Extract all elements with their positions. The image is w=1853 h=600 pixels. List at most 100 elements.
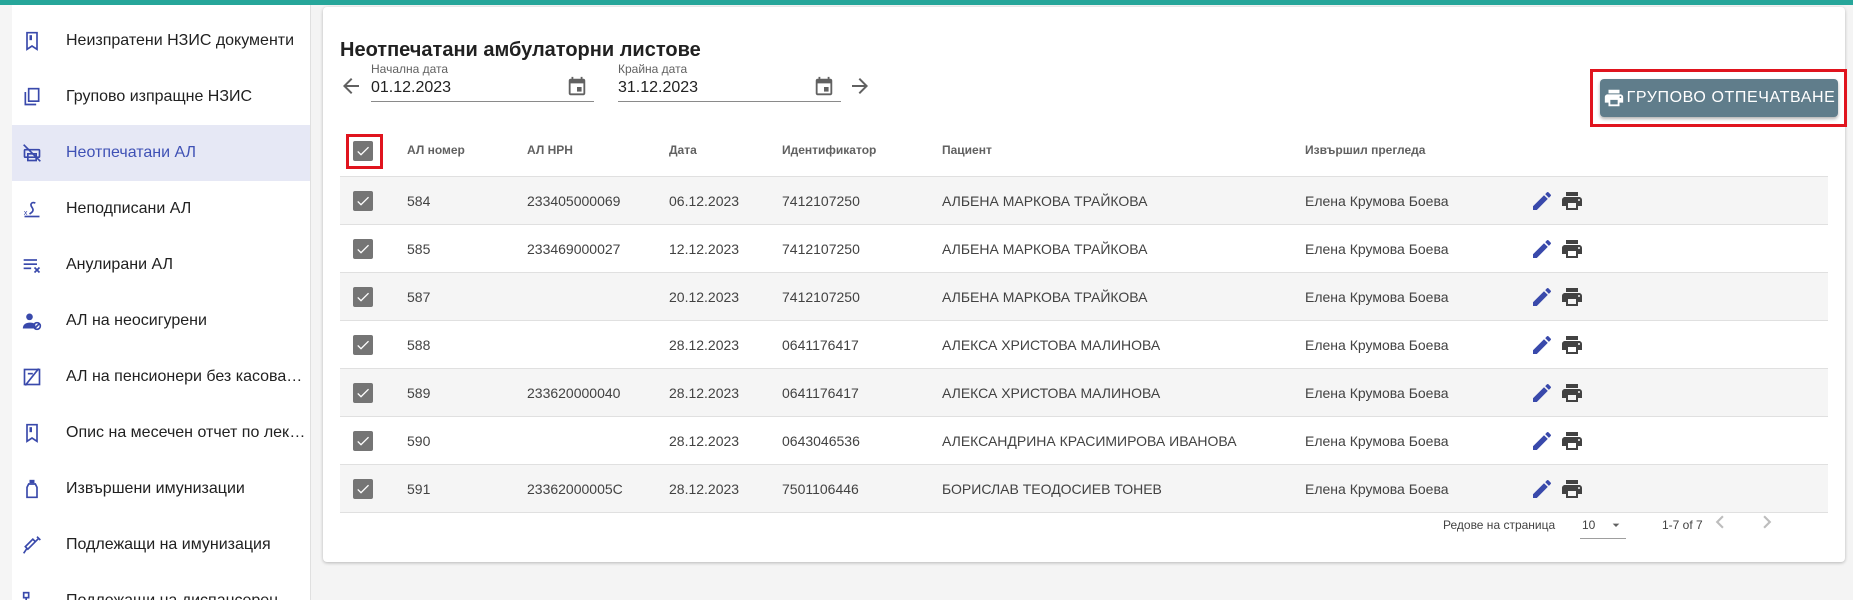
table-row[interactable]: 590 28.12.2023 0643046536 АЛЕКСАНДРИНА К… bbox=[340, 417, 1828, 465]
syringe-icon bbox=[22, 535, 42, 555]
cell-nrn: 233620000040 bbox=[527, 385, 621, 401]
print-row-icon[interactable] bbox=[1560, 477, 1584, 501]
table-row[interactable]: 589 233620000040 28.12.2023 0641176417 А… bbox=[340, 369, 1828, 417]
edit-icon[interactable] bbox=[1530, 189, 1554, 213]
table-row[interactable]: 588 28.12.2023 0641176417 АЛЕКСА ХРИСТОВ… bbox=[340, 321, 1828, 369]
table-row[interactable]: 584 233405000069 06.12.2023 7412107250 А… bbox=[340, 177, 1828, 225]
sidebar-item-pensioners[interactable]: АЛ на пенсионери без касова бележка bbox=[12, 349, 310, 405]
sidebar-item-unprinted[interactable]: Неотпечатани АЛ bbox=[12, 125, 310, 181]
cell-number: 591 bbox=[407, 481, 431, 497]
cell-patient: АЛБЕНА МАРКОВА ТРАЙКОВА bbox=[942, 241, 1148, 257]
start-date-label: Начална дата bbox=[371, 62, 449, 76]
highlight-box-select-all bbox=[346, 134, 383, 169]
print-row-icon[interactable] bbox=[1560, 237, 1584, 261]
calendar-icon[interactable] bbox=[813, 76, 835, 98]
row-checkbox[interactable] bbox=[353, 239, 373, 259]
column-header-patient[interactable]: Пациент bbox=[942, 143, 992, 157]
cell-number: 590 bbox=[407, 433, 431, 449]
cell-doctor: Елена Крумова Боева bbox=[1305, 289, 1449, 305]
sidebar-item-unsent-nzis[interactable]: Неизпратени НЗИС документи bbox=[12, 13, 310, 69]
receipt-off-icon bbox=[22, 367, 42, 387]
edit-icon[interactable] bbox=[1530, 333, 1554, 357]
cell-doctor: Елена Крумова Боева bbox=[1305, 241, 1449, 257]
main-card: Неотпечатани амбулаторни листове Начална… bbox=[323, 7, 1847, 562]
cell-doctor: Елена Крумова Боева bbox=[1305, 433, 1449, 449]
edit-icon[interactable] bbox=[1530, 285, 1554, 309]
cell-date: 12.12.2023 bbox=[669, 241, 740, 257]
edit-icon[interactable] bbox=[1530, 237, 1554, 261]
next-page-icon[interactable] bbox=[1754, 509, 1780, 535]
check-icon bbox=[357, 436, 369, 446]
column-header-identifier[interactable]: Идентификатор bbox=[782, 143, 876, 157]
chevron-down-icon bbox=[1612, 523, 1620, 527]
cell-identifier: 7501106446 bbox=[782, 481, 859, 497]
print-row-icon[interactable] bbox=[1560, 189, 1584, 213]
sidebar-item-uninsured[interactable]: АЛ на неосигурени bbox=[12, 293, 310, 349]
next-period-arrow-icon[interactable] bbox=[848, 74, 872, 98]
edit-icon[interactable] bbox=[1530, 429, 1554, 453]
cell-doctor: Елена Крумова Боева bbox=[1305, 385, 1449, 401]
row-checkbox[interactable] bbox=[353, 287, 373, 307]
column-header-nrn[interactable]: АЛ НРН bbox=[527, 143, 573, 157]
start-date-value[interactable]: 01.12.2023 bbox=[371, 79, 451, 97]
sidebar-item-immunizations-done[interactable]: Извършени имунизации bbox=[12, 461, 310, 517]
cell-date: 28.12.2023 bbox=[669, 481, 740, 497]
calendar-icon[interactable] bbox=[566, 76, 588, 98]
edit-icon[interactable] bbox=[1530, 477, 1554, 501]
sidebar-item-monthly-report[interactable]: Опис на месечен отчет по лекарствата bbox=[12, 405, 310, 461]
row-checkbox[interactable] bbox=[353, 335, 373, 355]
cell-date: 20.12.2023 bbox=[669, 289, 740, 305]
table-row[interactable]: 585 233469000027 12.12.2023 7412107250 А… bbox=[340, 225, 1828, 273]
sidebar-item-dispensary[interactable]: Подлежащи на диспансерен преглед bbox=[12, 573, 310, 600]
cell-nrn: 233405000069 bbox=[527, 193, 621, 209]
cell-date: 06.12.2023 bbox=[669, 193, 740, 209]
cell-number: 584 bbox=[407, 193, 431, 209]
signature-icon: x bbox=[22, 199, 42, 219]
cell-patient: АЛЕКСА ХРИСТОВА МАЛИНОВА bbox=[942, 385, 1161, 401]
column-header-number[interactable]: АЛ номер bbox=[407, 143, 465, 157]
table-row[interactable]: 591 23362000005C 28.12.2023 7501106446 Б… bbox=[340, 465, 1828, 513]
sidebar-item-unsigned[interactable]: x Неподписани АЛ bbox=[12, 181, 310, 237]
check-icon bbox=[357, 388, 369, 398]
sidebar-item-immunizations-due[interactable]: Подлежащи на имунизация bbox=[12, 517, 310, 573]
print-row-icon[interactable] bbox=[1560, 333, 1584, 357]
row-checkbox[interactable] bbox=[353, 191, 373, 211]
cell-identifier: 7412107250 bbox=[782, 193, 860, 209]
cell-patient: АЛЕКСАНДРИНА КРАСИМИРОВА ИВАНОВА bbox=[942, 433, 1237, 449]
cell-doctor: Елена Крумова Боева bbox=[1305, 481, 1449, 497]
table-row[interactable]: 587 20.12.2023 7412107250 АЛБЕНА МАРКОВА… bbox=[340, 273, 1828, 321]
check-icon bbox=[357, 292, 369, 302]
row-checkbox[interactable] bbox=[353, 383, 373, 403]
cell-number: 588 bbox=[407, 337, 431, 353]
end-date-value[interactable]: 31.12.2023 bbox=[618, 79, 698, 97]
end-date-field[interactable]: Крайна дата 31.12.2023 bbox=[618, 62, 841, 102]
row-checkbox[interactable] bbox=[353, 479, 373, 499]
check-icon bbox=[357, 196, 369, 206]
svg-text:x: x bbox=[24, 209, 28, 217]
rows-per-page-value: 10 bbox=[1582, 518, 1596, 532]
sidebar-item-cancelled[interactable]: Анулирани АЛ bbox=[12, 237, 310, 293]
copy-icon bbox=[22, 87, 42, 107]
edit-icon[interactable] bbox=[1530, 381, 1554, 405]
prev-period-arrow-icon[interactable] bbox=[339, 74, 363, 98]
sidebar-item-group-send[interactable]: Групово изпращне НЗИС bbox=[12, 69, 310, 125]
vaccine-bottle-icon bbox=[22, 479, 42, 499]
print-row-icon[interactable] bbox=[1560, 285, 1584, 309]
cell-identifier: 0641176417 bbox=[782, 337, 859, 353]
row-checkbox[interactable] bbox=[353, 431, 373, 451]
rows-per-page-select[interactable]: 10 bbox=[1580, 511, 1626, 539]
cell-doctor: Елена Крумова Боева bbox=[1305, 337, 1449, 353]
end-date-label: Крайна дата bbox=[618, 62, 688, 76]
cell-patient: БОРИСЛАВ ТЕОДОСИЕВ ТОНЕВ bbox=[942, 481, 1162, 497]
highlight-box-print bbox=[1590, 69, 1847, 127]
bookmark-icon bbox=[22, 423, 42, 443]
person-off-icon bbox=[22, 311, 42, 331]
column-header-doctor[interactable]: Извършил прегледа bbox=[1305, 143, 1425, 157]
print-row-icon[interactable] bbox=[1560, 429, 1584, 453]
cell-doctor: Елена Крумова Боева bbox=[1305, 193, 1449, 209]
start-date-field[interactable]: Начална дата 01.12.2023 bbox=[371, 62, 594, 102]
tree-icon bbox=[22, 591, 42, 600]
print-row-icon[interactable] bbox=[1560, 381, 1584, 405]
column-header-date[interactable]: Дата bbox=[669, 143, 697, 157]
previous-page-icon[interactable] bbox=[1707, 509, 1733, 535]
